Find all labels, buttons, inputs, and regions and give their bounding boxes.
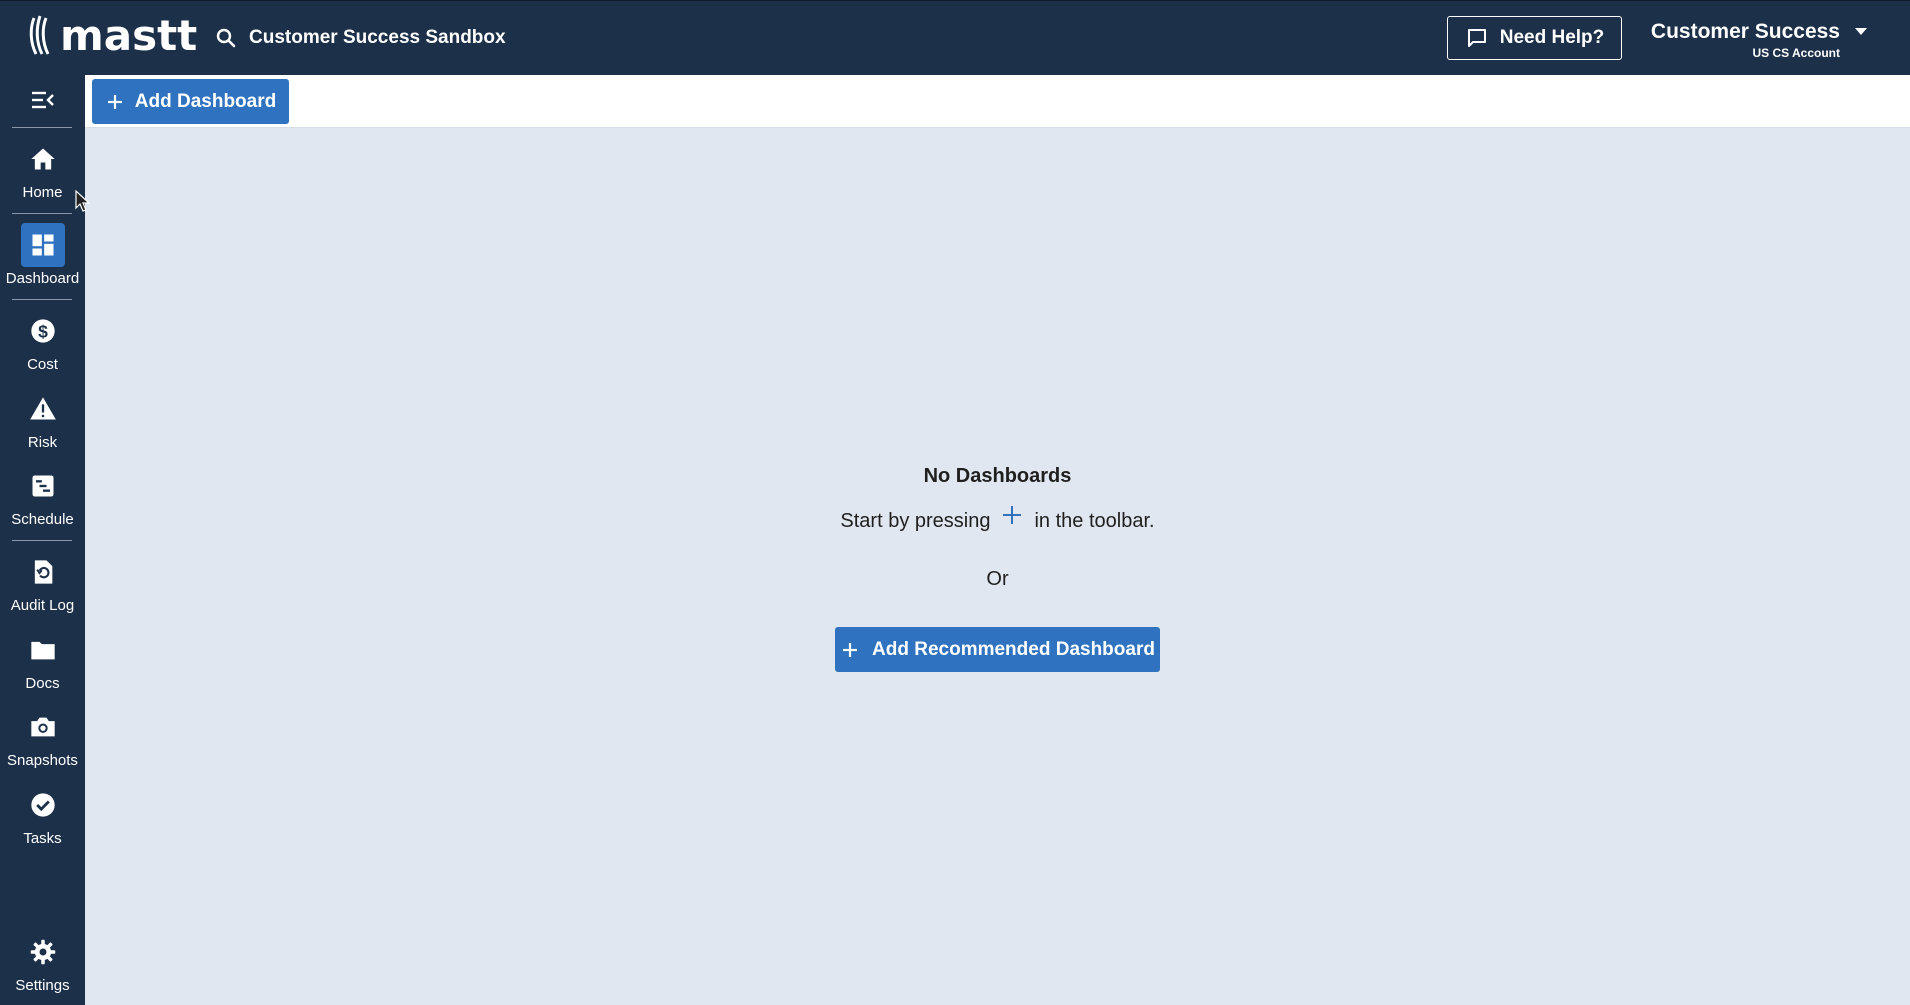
account-name: Customer Success [1650, 20, 1840, 43]
nav-icon-wrap: $ [21, 309, 65, 353]
sidebar-item-cost[interactable]: $ Cost [0, 309, 85, 379]
mastt-logo-mark-icon [29, 15, 50, 55]
nav-icon-wrap [21, 137, 65, 181]
empty-state: No Dashboards Start by pressing in the t… [85, 75, 1910, 1005]
sidebar-item-snapshots[interactable]: Snapshots [0, 705, 85, 775]
nav-icon-wrap [21, 464, 65, 508]
sidebar-divider [12, 127, 72, 128]
warning-icon [29, 397, 56, 420]
sidebar-item-label: Docs [25, 675, 60, 692]
sidebar-item-label: Settings [15, 977, 70, 994]
sidebar-item-label: Risk [27, 434, 58, 451]
sidebar-item-label: Audit Log [10, 597, 75, 614]
check-circle-icon [30, 793, 55, 817]
search-icon [216, 28, 236, 48]
sidebar-item-audit-log[interactable]: Audit Log [0, 550, 85, 620]
sidebar-divider [12, 299, 72, 300]
plus-icon [843, 642, 858, 657]
add-dashboard-label: Add Dashboard [134, 90, 277, 112]
nav-icon-wrap [21, 705, 65, 749]
nav-icon-wrap [21, 628, 65, 672]
account-switcher[interactable]: Customer Success US CS Account [1640, 18, 1840, 62]
nav-icon-wrap [20, 223, 65, 267]
dollar-icon: $ [30, 319, 55, 343]
nav-icon-wrap [21, 387, 65, 431]
need-help-button[interactable]: Need Help? [1447, 16, 1622, 60]
dashboard-icon [32, 234, 53, 256]
mastt-logo[interactable]: mastt [28, 13, 197, 59]
empty-state-title: No Dashboards [923, 465, 1072, 487]
svg-text:$: $ [38, 321, 48, 341]
nav-icon-wrap [21, 930, 65, 974]
sidebar-item-tasks[interactable]: Tasks [0, 783, 85, 853]
account-subtitle: US CS Account [1752, 46, 1840, 60]
sidebar-item-docs[interactable]: Docs [0, 628, 85, 698]
sidebar-item-schedule[interactable]: Schedule [0, 464, 85, 534]
sidebar-item-label: Dashboard [5, 270, 80, 287]
add-dashboard-button[interactable]: Add Dashboard [92, 79, 289, 124]
sidebar: Home Dashboard $ Cost Risk Schedule Audi… [0, 75, 85, 1005]
plus-icon [1003, 506, 1022, 524]
add-recommended-dashboard-label: Add Recommended Dashboard [872, 638, 1155, 660]
hint-text-after: in the toolbar. [1034, 510, 1155, 532]
add-recommended-dashboard-button[interactable]: Add Recommended Dashboard [835, 627, 1160, 672]
sidebar-divider [12, 213, 72, 214]
project-name: Customer Success Sandbox [249, 27, 506, 48]
toolbar: Add Dashboard [85, 75, 1910, 128]
sidebar-divider [12, 540, 72, 541]
hint-text-before: Start by pressing [840, 510, 991, 532]
app-window: mastt Customer Success Sandbox Need Help… [0, 0, 1910, 1005]
sidebar-item-label: Cost [27, 356, 58, 373]
folder-icon [30, 641, 55, 660]
mouse-cursor-icon [75, 190, 91, 212]
menu-collapse-icon [32, 91, 54, 109]
camera-icon [30, 717, 55, 737]
sidebar-item-label: Snapshots [7, 752, 78, 769]
empty-state-hint: Start by pressing in the toolbar. [85, 506, 1910, 533]
sidebar-item-settings[interactable]: Settings [0, 930, 85, 1000]
chevron-down-icon[interactable] [1855, 28, 1867, 35]
chat-bubble-icon [1467, 29, 1486, 47]
logo-text: mastt [60, 11, 198, 60]
sidebar-item-label: Tasks [23, 830, 62, 847]
nav-icon-wrap [21, 550, 65, 594]
sidebar-item-risk[interactable]: Risk [0, 387, 85, 457]
sidebar-item-label: Home [22, 184, 63, 201]
collapse-sidebar-button[interactable] [25, 85, 59, 115]
sidebar-item-dashboard[interactable]: Dashboard [0, 223, 85, 293]
home-icon [30, 148, 55, 170]
plus-icon [107, 94, 122, 109]
empty-state-or: Or [986, 568, 1009, 590]
sidebar-item-label: Schedule [11, 511, 74, 528]
sidebar-item-home[interactable]: Home [0, 137, 85, 207]
gear-icon [30, 939, 55, 965]
audit-log-icon [34, 560, 52, 584]
need-help-label: Need Help? [1499, 27, 1605, 48]
schedule-icon [32, 475, 53, 497]
project-search[interactable]: Customer Success Sandbox [214, 21, 506, 55]
main-content: No Dashboards Start by pressing in the t… [85, 75, 1910, 1005]
nav-icon-wrap [21, 783, 65, 827]
top-header: mastt Customer Success Sandbox Need Help… [0, 0, 1910, 75]
